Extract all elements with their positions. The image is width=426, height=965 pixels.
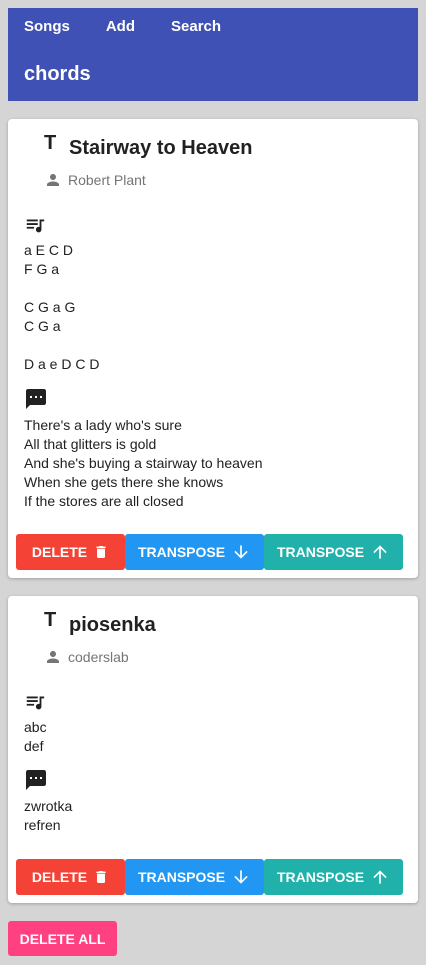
queue-music-icon	[26, 696, 45, 710]
delete-button[interactable]: DELETE	[16, 534, 125, 570]
song-card: T piosenka coderslab abc def zwrotka ref…	[8, 596, 418, 903]
nav-songs-link[interactable]: Songs	[24, 18, 70, 35]
nav-search-link[interactable]: Search	[171, 18, 221, 35]
arrow-up-icon	[373, 870, 387, 884]
song-lyrics: There's a lady who's sure All that glitt…	[24, 417, 263, 509]
transpose-down-button[interactable]: TRANSPOSE	[125, 859, 264, 895]
song-actions: DELETE TRANSPOSE TRANSPOSE	[16, 534, 403, 570]
title-icon: T	[44, 132, 57, 154]
arrow-up-icon	[373, 545, 387, 559]
nav-menu: Songs Add Search	[24, 18, 257, 35]
song-chords: abc def	[24, 719, 47, 754]
comment-icon	[26, 770, 46, 790]
song-title: piosenka	[69, 614, 156, 636]
person-icon	[47, 651, 59, 663]
trash-icon	[96, 871, 106, 883]
song-chords: a E C D F G a C G a G C G a D a e D C D	[24, 242, 100, 372]
song-author-row: coderslab	[44, 648, 129, 666]
song-author: Robert Plant	[68, 172, 146, 188]
song-actions: DELETE TRANSPOSE TRANSPOSE	[16, 859, 403, 895]
song-author-row: Robert Plant	[44, 171, 146, 189]
delete-all-button[interactable]: DELETE ALL	[8, 921, 117, 956]
song-title: Stairway to Heaven	[69, 137, 253, 159]
transpose-down-button[interactable]: TRANSPOSE	[125, 534, 264, 570]
title-icon: T	[44, 609, 57, 631]
app-title: chords	[24, 63, 91, 85]
song-lyrics: zwrotka refren	[24, 798, 73, 833]
delete-button[interactable]: DELETE	[16, 859, 125, 895]
song-author: coderslab	[68, 649, 129, 665]
song-title-row: T piosenka	[44, 609, 156, 637]
queue-music-icon	[26, 219, 45, 233]
song-card: T Stairway to Heaven Robert Plant a E C …	[8, 119, 418, 578]
song-title-row: T Stairway to Heaven	[44, 132, 253, 160]
app-bar: Songs Add Search chords	[8, 8, 418, 101]
comment-icon	[26, 389, 46, 409]
nav-add-link[interactable]: Add	[106, 18, 135, 35]
arrow-down-icon	[234, 870, 248, 884]
person-icon	[47, 174, 59, 186]
arrow-down-icon	[234, 545, 248, 559]
transpose-up-button[interactable]: TRANSPOSE	[264, 859, 403, 895]
transpose-up-button[interactable]: TRANSPOSE	[264, 534, 403, 570]
trash-icon	[96, 546, 106, 558]
